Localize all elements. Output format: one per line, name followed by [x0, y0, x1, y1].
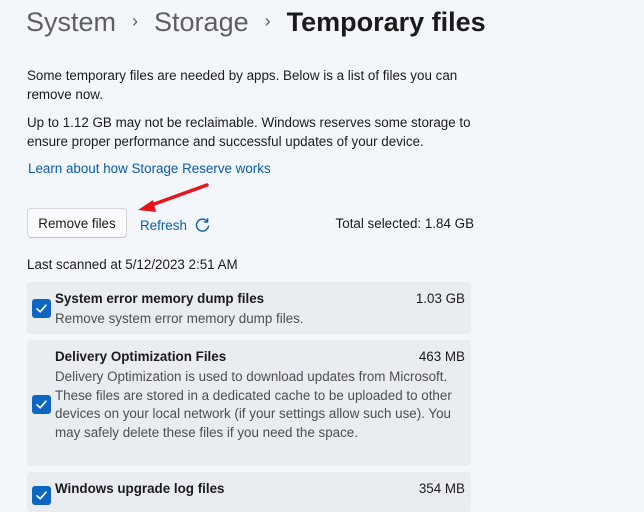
- checkmark-icon: [36, 491, 47, 500]
- item-description: Remove system error memory dump files.: [55, 311, 304, 326]
- delivery-optimization-checkbox[interactable]: [32, 395, 51, 414]
- windows-upgrade-logs-checkbox[interactable]: [32, 486, 51, 505]
- storage-reserve-note: Up to 1.12 GB may not be reclaimable. Wi…: [27, 115, 471, 149]
- remove-files-button[interactable]: Remove files: [27, 208, 127, 238]
- chevron-right-icon: ›: [132, 11, 139, 31]
- page-title: Temporary files: [286, 7, 486, 37]
- list-item-delivery-optimization: Delivery Optimization Files 463 MB Deliv…: [27, 340, 471, 466]
- item-size: 1.03 GB: [415, 291, 465, 306]
- item-size: 463 MB: [418, 349, 465, 364]
- learn-storage-reserve-link[interactable]: Learn about how Storage Reserve works: [28, 160, 271, 178]
- item-title: Delivery Optimization Files: [55, 349, 227, 364]
- chevron-right-icon: ›: [264, 11, 271, 31]
- item-description: Delivery Optimization is used to downloa…: [55, 369, 452, 440]
- checkmark-icon: [36, 400, 47, 409]
- checkmark-icon: [36, 304, 47, 313]
- red-arrow-annotation: [138, 183, 209, 212]
- item-title: System error memory dump files: [55, 291, 265, 306]
- intro-text: Some temporary files are needed by apps.…: [27, 68, 458, 102]
- breadcrumb: System › Storage › Temporary files: [26, 4, 486, 40]
- item-title: Windows upgrade log files: [55, 481, 225, 496]
- list-item-windows-upgrade-logs: Windows upgrade log files 354 MB: [27, 472, 471, 512]
- last-scanned: Last scanned at 5/12/2023 2:51 AM: [27, 257, 238, 272]
- breadcrumb-system[interactable]: System: [26, 4, 116, 40]
- total-selected: Total selected: 1.84 GB: [335, 216, 474, 231]
- item-size: 354 MB: [418, 481, 465, 496]
- breadcrumb-storage[interactable]: Storage: [154, 4, 249, 40]
- list-item-system-error-dump: System error memory dump files 1.03 GB R…: [27, 282, 471, 334]
- system-error-dump-checkbox[interactable]: [32, 299, 51, 318]
